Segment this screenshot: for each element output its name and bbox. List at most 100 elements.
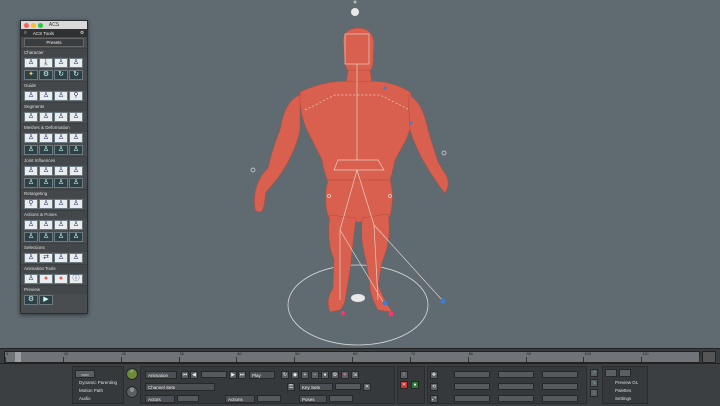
arrow-mixed-icon[interactable]: ↕: [590, 389, 598, 397]
figure-icon[interactable]: ♙: [39, 112, 53, 122]
section-header[interactable]: Preview: [21, 285, 87, 294]
timeline-ruler[interactable]: 0102030405060708090100110120: [4, 351, 707, 363]
keyframe-icon[interactable]: ◆: [291, 371, 299, 379]
section-header[interactable]: Selections: [21, 243, 87, 252]
bike-icon[interactable]: ⚲: [69, 91, 83, 101]
figure-icon[interactable]: ♙: [69, 232, 83, 242]
section-header[interactable]: Actions & Poses: [21, 210, 87, 219]
info-icon[interactable]: ⓘ: [69, 274, 83, 284]
figure-icon[interactable]: ♙: [24, 253, 38, 263]
settings-icon[interactable]: ⚙: [331, 371, 339, 379]
scale-z-field[interactable]: [542, 395, 578, 402]
figure-icon[interactable]: ♙: [69, 199, 83, 209]
circle-icon[interactable]: ●: [39, 274, 53, 284]
toggle-b[interactable]: [619, 369, 631, 377]
presets-button[interactable]: Presets: [24, 38, 84, 47]
figure-icon[interactable]: ♙: [69, 58, 83, 68]
panel-tab-label[interactable]: ACS Tools: [33, 31, 54, 36]
figure-icon[interactable]: ♙: [54, 112, 68, 122]
rotate-y-field[interactable]: [498, 383, 534, 390]
section-header[interactable]: Character: [21, 48, 87, 57]
timeline-bar[interactable]: 0102030405060708090100110120: [0, 348, 720, 363]
set-key-icon[interactable]: ●: [411, 381, 419, 389]
scale-y-field[interactable]: [498, 395, 534, 402]
rotate-z-field[interactable]: [542, 383, 578, 390]
figure-icon[interactable]: ♙: [24, 166, 38, 176]
actors-field[interactable]: [177, 395, 199, 402]
section-header[interactable]: Guide: [21, 81, 87, 90]
figure-icon[interactable]: ♙: [54, 166, 68, 176]
figure-icon[interactable]: ♙: [69, 178, 83, 188]
move-y-field[interactable]: [498, 371, 534, 378]
panel-titlebar[interactable]: ACS: [21, 21, 87, 29]
figure-icon[interactable]: ♙: [69, 145, 83, 155]
ground-handle[interactable]: [351, 294, 365, 302]
figure-icon[interactable]: ♙: [39, 178, 53, 188]
figure-icon[interactable]: ♙: [54, 145, 68, 155]
last-frame-icon[interactable]: ⏭: [238, 371, 246, 379]
figure-icon[interactable]: ♙: [69, 112, 83, 122]
acs-tools-panel[interactable]: ACS ≡ ACS Tools ⚙ Presets Character ♙ 🚶 ♙ ♙ ✦…: [20, 20, 88, 314]
gear-icon[interactable]: ⚙: [39, 70, 53, 80]
figure-icon[interactable]: ♙: [24, 91, 38, 101]
palettes-button[interactable]: Palettes: [615, 388, 631, 393]
key-sets-icon[interactable]: ⚿: [287, 383, 295, 391]
key-add-icon[interactable]: +: [301, 371, 309, 379]
move-x-field[interactable]: [454, 371, 490, 378]
toggle-a[interactable]: [605, 369, 617, 377]
move-icon[interactable]: ✥: [430, 371, 438, 379]
animation-dropdown[interactable]: Animation: [145, 371, 177, 379]
figure-icon[interactable]: ♙: [54, 58, 68, 68]
menu-icon[interactable]: ≡: [24, 30, 27, 36]
move-z-field[interactable]: [542, 371, 578, 378]
gear-icon[interactable]: ⚙: [24, 295, 38, 305]
settings-button[interactable]: Settings: [615, 396, 631, 401]
rotate-icon[interactable]: ⟲: [430, 383, 438, 391]
section-header[interactable]: Meshes & Deformation: [21, 123, 87, 132]
first-frame-icon[interactable]: ⏮: [181, 371, 189, 379]
section-header[interactable]: Animation Tools: [21, 264, 87, 273]
arrows-icon[interactable]: ⇄: [39, 253, 53, 263]
figure-icon[interactable]: ♙: [54, 178, 68, 188]
mode-toggle[interactable]: ▭▭: [75, 370, 95, 378]
figure-icon[interactable]: ♙: [24, 232, 38, 242]
mode-item-motion-path[interactable]: Motion Path: [79, 388, 103, 393]
timeline-options-button[interactable]: [702, 351, 716, 363]
next-frame-icon[interactable]: ▶: [229, 371, 237, 379]
3d-viewport[interactable]: ACS ≡ ACS Tools ⚙ Presets Character ♙ 🚶 ♙ ♙ ✦…: [0, 0, 720, 348]
figure-icon[interactable]: ♙: [39, 145, 53, 155]
record-toggle-icon[interactable]: ✓: [126, 368, 138, 380]
figure-icon[interactable]: ♙: [54, 253, 68, 263]
camera-icon[interactable]: ◎: [126, 386, 138, 398]
figure-icon[interactable]: ♙: [24, 145, 38, 155]
gear-icon[interactable]: ⚙: [80, 30, 84, 36]
delete-key-icon[interactable]: ✕: [400, 381, 408, 389]
figure-icon[interactable]: ♙: [39, 91, 53, 101]
time-slider-handle[interactable]: [15, 352, 21, 362]
circle-icon[interactable]: ●: [54, 274, 68, 284]
dots-icon[interactable]: ⁞: [400, 371, 408, 379]
actions-dropdown[interactable]: Actions: [225, 395, 255, 403]
channel-sets-dropdown[interactable]: Channel Sets: [145, 383, 215, 391]
figure-icon[interactable]: ♙: [69, 133, 83, 143]
play-button[interactable]: Play: [249, 371, 275, 379]
figure-icon[interactable]: ♙: [24, 112, 38, 122]
scale-x-field[interactable]: [454, 395, 490, 402]
rotate-x-field[interactable]: [454, 383, 490, 390]
key-sets-field[interactable]: [335, 383, 361, 390]
figure-icon[interactable]: ♙: [24, 178, 38, 188]
play-icon[interactable]: ▶: [39, 295, 53, 305]
section-header[interactable]: Joint Influences: [21, 156, 87, 165]
refresh-icon[interactable]: ↻: [69, 70, 83, 80]
figure-icon[interactable]: ♙: [39, 220, 53, 230]
mode-item-dynamic-parenting[interactable]: Dynamic Parenting: [79, 380, 117, 385]
key-remove-icon[interactable]: −: [311, 371, 319, 379]
frame-field[interactable]: [201, 371, 227, 378]
scale-icon[interactable]: ⤢: [430, 395, 438, 403]
figure-icon[interactable]: ♙: [69, 166, 83, 176]
key-sets-dropdown[interactable]: Key Sets: [299, 383, 333, 391]
figure-icon[interactable]: ♙: [39, 199, 53, 209]
record-icon[interactable]: ●: [321, 371, 329, 379]
figure-icon[interactable]: ♙: [39, 232, 53, 242]
actions-field[interactable]: [257, 395, 281, 402]
